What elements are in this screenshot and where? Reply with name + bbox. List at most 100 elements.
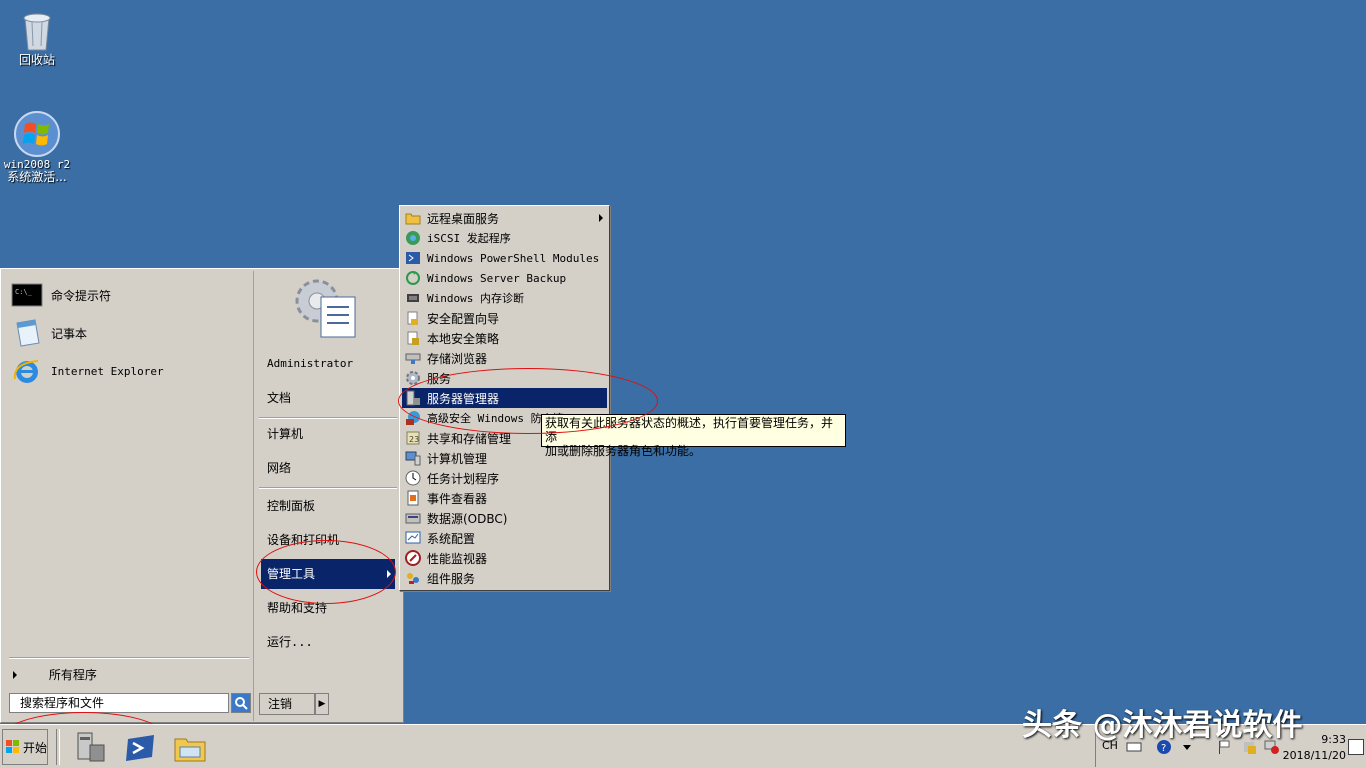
user-folder[interactable]: Administrator [261,349,395,379]
control-panel-item[interactable]: 控制面板 [261,491,395,521]
menu-label: 远程桌面服务 [427,210,499,227]
start-menu-right-pane: Administrator 文档 计算机 网络 控制面板 设备和打印机 管理工具… [255,271,401,721]
powershell-taskbar-button[interactable] [122,729,158,765]
folder-icon [172,729,208,765]
explorer-taskbar-button[interactable] [172,729,208,765]
menu-label: 计算机管理 [427,450,487,467]
notepad-icon [11,317,43,349]
search-icon [232,694,250,712]
menu-label: Windows PowerShell Modules [427,252,599,265]
left-separator [9,657,249,659]
server-manager-icon [72,729,108,765]
shutdown-options-button[interactable]: ▶ [315,693,329,715]
menu-label: 系统配置 [427,530,475,547]
share-icon: 23 [405,430,421,446]
powershell-icon [405,250,421,266]
pinned-ie-label: Internet Explorer [51,365,164,378]
pinned-ie[interactable]: Internet Explorer [11,353,247,389]
network-item[interactable]: 网络 [261,453,395,483]
recycle-bin-icon [17,6,57,54]
pinned-cmd-label: 命令提示符 [51,287,111,304]
menu-label: 事件查看器 [427,490,487,507]
clock-time[interactable]: 9:33 [1321,733,1346,746]
all-programs-label: 所有程序 [49,668,97,682]
search-input[interactable]: 搜索程序和文件 [9,693,229,713]
annotation-circle-server-manager [398,368,658,434]
start-menu: C:\_ 命令提示符 记事本 Internet Explorer 所有程序 [0,268,404,723]
storage-icon [405,350,421,366]
pinned-cmd[interactable]: C:\_ 命令提示符 [11,277,247,313]
menu-item-remote-desktop[interactable]: 远程桌面服务 [402,208,607,228]
windows-flag-icon [5,739,21,755]
policy-icon [405,330,421,346]
pinned-notepad[interactable]: 记事本 [11,315,247,351]
cmd-icon: C:\_ [11,279,43,311]
menu-label: 数据源(ODBC) [427,510,507,527]
menu-label: 组件服务 [427,570,475,587]
menu-label: Windows Server Backup [427,272,566,285]
svg-text:23: 23 [409,435,419,444]
clock-icon [405,470,421,486]
menu-item-security-wizard[interactable]: 安全配置向导 [402,308,607,328]
menu-label: Windows 内存诊断 [427,290,524,306]
menu-label: 存储浏览器 [427,350,487,367]
menu-item-system-config[interactable]: 系统配置 [402,528,607,548]
menu-item-server-backup[interactable]: Windows Server Backup [402,268,607,288]
menu-item-memory-diagnostic[interactable]: Windows 内存诊断 [402,288,607,308]
security-wizard-icon [405,310,421,326]
menu-label: 性能监视器 [427,550,487,567]
powershell-icon [122,729,158,765]
menu-item-powershell-modules[interactable]: Windows PowerShell Modules [402,248,607,268]
component-services-icon [405,570,421,586]
watermark-text: 头条 @沐沐君说软件 [1022,700,1302,744]
svg-text:C:\_: C:\_ [15,288,33,296]
event-viewer-icon [405,490,421,506]
start-button[interactable]: 开始 [2,729,48,765]
menu-item-storage-explorer[interactable]: 存储浏览器 [402,348,607,368]
activation-label-line2: 系统激活... [0,171,74,184]
recycle-bin-shortcut[interactable]: 回收站 [0,6,74,67]
taskbar-separator [56,729,60,765]
performance-gauge-icon [405,550,421,566]
menu-item-local-security-policy[interactable]: 本地安全策略 [402,328,607,348]
menu-item-event-viewer[interactable]: 事件查看器 [402,488,607,508]
folder-icon [405,210,421,226]
menu-item-task-scheduler[interactable]: 任务计划程序 [402,468,607,488]
database-icon [405,510,421,526]
all-programs-arrow-icon [13,671,17,679]
menu-item-performance-monitor[interactable]: 性能监视器 [402,548,607,568]
menu-label: iSCSI 发起程序 [427,230,511,246]
clock-date[interactable]: 2018/11/20 [1283,749,1346,762]
computer-item[interactable]: 计算机 [261,419,395,449]
globe-icon [405,230,421,246]
show-desktop-button[interactable] [1348,739,1364,755]
ie-icon [11,355,43,387]
start-menu-left-pane: C:\_ 命令提示符 记事本 Internet Explorer 所有程序 [3,271,254,721]
menu-item-iscsi[interactable]: iSCSI 发起程序 [402,228,607,248]
menu-item-component-services[interactable]: 组件服务 [402,568,607,588]
menu-label: 任务计划程序 [427,470,499,487]
menu-item-odbc[interactable]: 数据源(ODBC) [402,508,607,528]
tooltip-line2: 加或删除服务器角色和功能。 [545,444,842,458]
windows-logo-icon [13,110,61,158]
run-item[interactable]: 运行... [261,627,395,657]
system-config-icon [405,530,421,546]
chevron-right-icon [599,214,603,222]
menu-label: 本地安全策略 [427,330,499,347]
backup-icon [405,270,421,286]
annotation-circle-admin-tools [256,540,396,604]
all-programs[interactable]: 所有程序 [9,663,249,687]
logout-button[interactable]: 注销 [259,693,315,715]
memory-chip-icon [405,290,421,306]
recycle-bin-label: 回收站 [0,54,74,67]
computer-management-icon [405,450,421,466]
start-label: 开始 [23,739,47,756]
activation-shortcut[interactable]: win2008 r2 系统激活... [0,110,74,184]
svg-text:?: ? [1161,743,1166,754]
server-manager-taskbar-button[interactable] [72,729,108,765]
menu-label: 安全配置向导 [427,310,499,327]
right-separator-2 [259,487,397,489]
documents-item[interactable]: 文档 [261,383,395,413]
search-button[interactable] [231,693,251,713]
admin-tools-picture-icon [293,273,363,343]
